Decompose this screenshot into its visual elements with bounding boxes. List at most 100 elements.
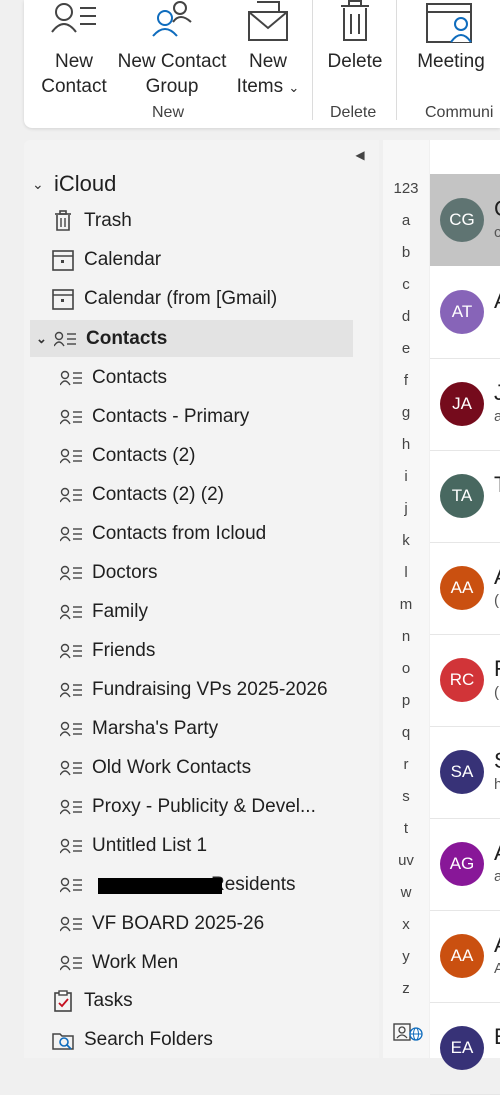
folder-pane: ◀ ⌄ iCloud Trash Calendar Calendar (from… [24,140,379,1058]
contact-row[interactable]: RC F ( [430,634,500,727]
contact-folder-label: Family [92,600,148,622]
contact-name: J [494,380,500,405]
contact-folder-item[interactable]: Fundraising VPs 2025-2026 [30,671,383,708]
contact-row[interactable]: AAA( [430,542,500,635]
alphabet-letter[interactable]: w [383,884,429,901]
avatar: JA [440,382,484,426]
alphabet-letter[interactable]: i [383,468,429,485]
contact-folder-item[interactable]: Proxy - Publicity & Devel... [30,788,383,825]
contact-folder-item[interactable]: Doctors [30,554,383,591]
folder-tasks[interactable]: Tasks [30,982,375,1019]
folder-calendar[interactable]: Calendar [30,241,375,278]
contact-folder-item[interactable]: Contacts from Icloud [30,515,383,552]
alphabet-letter[interactable]: 123 [383,180,429,197]
alphabet-letter[interactable]: n [383,628,429,645]
contact-folder-item[interactable]: Marsha's Party [30,710,383,747]
avatar: TA [440,474,484,518]
contact-folder-item[interactable]: Contacts (2) [30,437,383,474]
alphabet-letter[interactable]: p [383,692,429,709]
contact-folder-label: Proxy - Publicity & Devel... [92,795,316,817]
new-contact-label-1: New [54,51,93,72]
folder-calendar-gmail[interactable]: Calendar (from [Gmail) [30,280,375,317]
contact-list-icon [60,796,82,818]
contact-row[interactable]: AT A [430,266,500,359]
contact-list-icon [60,757,82,779]
alphabet-letter[interactable]: a [383,212,429,229]
contact-folder-item[interactable]: Work Men [30,944,383,981]
contact-folder-item[interactable]: Friends [30,632,383,669]
alphabet-letter[interactable]: h [383,436,429,453]
alphabet-letter[interactable]: b [383,244,429,261]
alphabet-letter[interactable]: f [383,372,429,389]
new-contact-group-label-1: New Contact [117,51,227,72]
contact-name: S [494,748,500,774]
contact-name: F [494,656,500,682]
contact-row[interactable]: JA Ja [430,358,500,451]
alphabet-letter[interactable]: o [383,660,429,677]
contact-folder-item[interactable]: Contacts [30,359,383,396]
contact-row[interactable]: CG Cc [430,174,500,266]
account-icloud[interactable]: ⌄ iCloud [32,170,116,198]
chevron-down-icon: ⌄ [36,330,47,346]
new-contact-group-button[interactable]: New Contact Group [116,0,228,99]
folder-search-folders[interactable]: Search Folders [30,1021,375,1058]
avatar: AG [440,842,484,886]
tasks-icon [52,989,74,1012]
folder-label: Calendar [84,248,162,270]
contact-row[interactable]: TA T [430,450,500,543]
alphabet-letter[interactable]: c [383,276,429,293]
alphabet-letter[interactable]: z [383,980,429,997]
alphabet-letter[interactable]: l [383,564,429,581]
contact-row[interactable]: SA Sh [430,726,500,819]
alphabet-letter[interactable]: uv [383,852,429,869]
contact-folder-label: Contacts (2) (2) [92,483,224,505]
alphabet-letter[interactable]: q [383,724,429,741]
alphabet-letter[interactable]: s [383,788,429,805]
new-items-button[interactable]: New Items ⌄ [232,0,304,100]
alphabet-letter[interactable]: j [383,500,429,517]
collapse-pane-icon[interactable]: ◀ [353,148,367,162]
avatar: CG [440,198,484,242]
alphabet-letter[interactable]: t [383,820,429,837]
contact-detail: c [494,224,500,241]
delete-button[interactable]: Delete [322,0,388,74]
alphabet-letter[interactable]: k [383,532,429,549]
contact-view-icon[interactable] [393,1022,423,1044]
alphabet-letter[interactable]: r [383,756,429,773]
search-folder-icon [52,1029,74,1051]
contact-row[interactable]: AG Aa [430,818,500,911]
contact-list: CG Cc ATA JA Ja TA T AAA(RCF(SAShAGAaAAAAEAE [430,140,500,1095]
alphabet-index: 123 a b c d e f g h i j k l m n o p q r s t uv w x y z [383,140,429,1058]
contact-detail: a [494,868,500,885]
contact-folder-item[interactable]: Contacts - Primary [30,398,383,435]
alphabet-letter[interactable]: y [383,948,429,965]
group-label-delete: Delete [330,104,377,121]
contact-folder-item[interactable]: Family [30,593,383,630]
meeting-button[interactable]: Meeting [406,0,496,74]
contact-row[interactable]: EA E [430,1002,500,1095]
alphabet-letter[interactable]: d [383,308,429,325]
alphabet-letter[interactable]: x [383,916,429,933]
contact-row[interactable]: AAAA [430,910,500,1003]
alphabet-letter[interactable]: e [383,340,429,357]
contact-name: T [494,472,500,498]
contact-folder-item[interactable]: VF BOARD 2025-26 [30,905,383,942]
new-contact-button[interactable]: New Contact [38,0,110,99]
group-label-new: New [152,104,185,121]
folder-contacts[interactable]: ⌄ Contacts [30,320,353,357]
account-label: iCloud [54,171,117,196]
contact-folder-item[interactable]: Untitled List 1 [30,827,383,864]
folder-label: Trash [84,209,132,231]
folder-trash[interactable]: Trash [30,202,375,239]
new-items-label-1: New [248,51,287,72]
contact-folder-label: Old Work Contacts [92,756,252,778]
contact-folder-item[interactable]: Old Work Contacts [30,749,383,786]
contact-folder-label: Friends [92,639,156,661]
ribbon-separator [312,0,313,120]
contact-name: A [494,288,500,314]
contact-folder-item[interactable]: Contacts (2) (2) [30,476,383,513]
contact-list-icon [60,679,82,701]
contact-name: C [494,196,500,222]
alphabet-letter[interactable]: g [383,404,429,421]
alphabet-letter[interactable]: m [383,596,429,613]
